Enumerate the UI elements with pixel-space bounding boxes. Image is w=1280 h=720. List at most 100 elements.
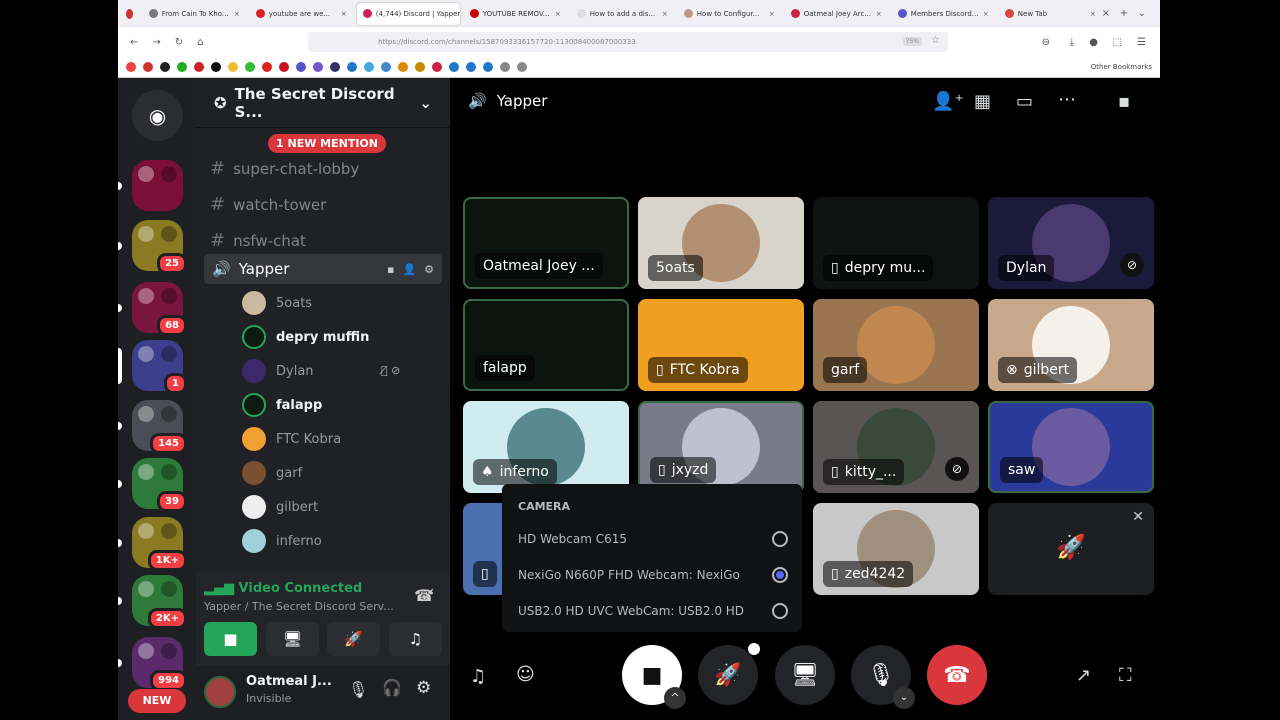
participant-tile[interactable]: ⊗ gilbert	[988, 299, 1154, 391]
bookmark-icon[interactable]	[194, 61, 204, 72]
camera-button[interactable]: ■ ^	[622, 645, 686, 709]
disconnect-icon[interactable]: ☎̸	[414, 586, 434, 605]
participant-tile[interactable]: ▯ kitty_... ⊘	[813, 401, 979, 493]
radio-button[interactable]	[772, 531, 788, 547]
participant-tile[interactable]: ▯ FTC Kobra	[638, 299, 804, 391]
emoji-icon[interactable]: ☺	[516, 664, 535, 685]
forward-icon[interactable]: →	[152, 37, 160, 48]
camera-option[interactable]: USB2.0 HD UVC WebCam: USB2.0 HD	[518, 603, 788, 619]
soundboard-button[interactable]: ♫	[389, 622, 442, 656]
server-folder[interactable]: 145	[118, 400, 187, 454]
activity-button[interactable]: 🚀	[698, 643, 760, 705]
voice-member[interactable]: FTC Kobra	[242, 427, 341, 451]
bookmark-icon[interactable]	[177, 61, 187, 72]
user-name[interactable]: Oatmeal J...	[246, 674, 332, 689]
text-channel[interactable]: # nsfw-chat	[210, 230, 306, 251]
microphone-button[interactable]: 🎙 ⌄	[851, 645, 915, 709]
bookmark-icon[interactable]	[483, 61, 493, 72]
disconnect-call-button[interactable]: ☎	[927, 645, 987, 705]
participant-tile[interactable]: 5oats	[638, 197, 804, 289]
home-icon[interactable]: ⌂	[197, 37, 203, 48]
bookmark-icon[interactable]	[313, 61, 323, 72]
close-tab-icon[interactable]: ×	[876, 10, 882, 18]
close-tab-icon[interactable]: ×	[662, 10, 668, 18]
radio-button[interactable]	[772, 567, 788, 583]
voice-channel-yapper[interactable]: 🔊 Yapper ▪👤⚙	[204, 254, 442, 284]
voice-location[interactable]: Yapper / The Secret Discord Serv...	[204, 600, 394, 613]
bookmark-icon[interactable]	[517, 61, 527, 72]
url-bar[interactable]: https://discord.com/channels/15870933361…	[308, 32, 948, 52]
server-folder[interactable]	[118, 160, 183, 211]
participant-tile[interactable]: ✕ 🚀	[988, 503, 1154, 595]
server-folder[interactable]: 39	[118, 458, 187, 512]
fullscreen-icon[interactable]: ⛶	[1119, 665, 1132, 686]
browser-tab[interactable]: New Tab ×	[999, 3, 1102, 25]
close-tab-icon[interactable]: ×	[769, 10, 775, 18]
bookmark-icon[interactable]	[160, 61, 170, 72]
download-icon[interactable]: ⤓	[1070, 37, 1074, 48]
participant-tile[interactable]: ♠ inferno	[463, 401, 629, 493]
bookmark-icon[interactable]	[262, 61, 272, 72]
camera-toggle-button[interactable]: ■	[204, 622, 257, 656]
settings-gear-icon[interactable]: ⚙	[416, 678, 431, 698]
bookmark-icon[interactable]	[500, 61, 510, 72]
participant-tile[interactable]: Oatmeal Joey ...	[463, 197, 629, 289]
close-tab-icon[interactable]: ×	[1090, 10, 1096, 18]
new-mention-pill[interactable]: 1 NEW MENTION	[268, 134, 386, 153]
mic-options-chevron[interactable]: ⌄	[893, 687, 915, 709]
menu-icon[interactable]: ☰	[1137, 37, 1146, 48]
chat-icon[interactable]: ▪	[1118, 91, 1130, 112]
server-folder[interactable]: 2K+	[118, 575, 187, 629]
participant-tile[interactable]: saw	[988, 401, 1154, 493]
voice-member[interactable]: inferno	[242, 529, 322, 553]
server-folder[interactable]: 25	[118, 220, 187, 274]
user-avatar[interactable]	[204, 676, 236, 708]
participant-tile[interactable]: garf	[813, 299, 979, 391]
voice-member[interactable]: depry muffin	[242, 325, 369, 349]
invite-user-icon[interactable]: 👤⁺	[932, 91, 964, 112]
text-channel[interactable]: # super-chat-lobby	[210, 158, 359, 179]
activity-button[interactable]: 🚀	[327, 622, 380, 656]
close-icon[interactable]: ✕	[1132, 509, 1144, 525]
participant-tile[interactable]: falapp	[463, 299, 629, 391]
voice-member[interactable]: gilbert	[242, 495, 318, 519]
bookmark-icon[interactable]	[126, 61, 136, 72]
layout-grid-icon[interactable]: ▦	[974, 91, 991, 112]
voice-connected-status[interactable]: ▂▄▆ Video Connected	[204, 581, 362, 596]
browser-tab[interactable]: (4,744) Discord | Yapper×	[356, 2, 460, 25]
browser-tab[interactable]: YOUTUBE REMOV... ×	[464, 3, 567, 25]
bookmark-icon[interactable]	[228, 61, 238, 72]
text-channel[interactable]: # watch-tower	[210, 194, 326, 215]
microphone-icon[interactable]: 🎙	[348, 680, 368, 699]
bookmark-icon[interactable]	[245, 61, 255, 72]
more-options-icon[interactable]: ⋯	[1058, 89, 1076, 110]
radio-button[interactable]	[772, 603, 788, 619]
discord-home-icon[interactable]: ◉	[132, 90, 183, 141]
back-icon[interactable]: ←	[130, 37, 138, 48]
participant-tile[interactable]: ▯ depry mu...	[813, 197, 979, 289]
screen-share-button[interactable]: 🖥	[266, 622, 319, 656]
voice-member[interactable]: garf	[242, 461, 302, 485]
bookmark-icon[interactable]	[398, 61, 408, 72]
pocket-icon[interactable]: ⊖	[1042, 37, 1050, 48]
bookmark-icon[interactable]	[364, 61, 374, 72]
bookmark-icon[interactable]	[432, 61, 442, 72]
bookmark-icon[interactable]	[296, 61, 306, 72]
reload-icon[interactable]: ↻	[175, 37, 183, 48]
server-folder[interactable]: 994	[118, 637, 187, 691]
camera-options-chevron[interactable]: ^	[664, 687, 686, 709]
channel-actions[interactable]: ▪👤⚙	[387, 263, 442, 276]
voice-member[interactable]: 5oats	[242, 291, 312, 315]
bookmark-icon[interactable]	[211, 61, 221, 72]
bookmark-icon[interactable]	[381, 61, 391, 72]
camera-option[interactable]: HD Webcam C615	[518, 531, 788, 547]
server-header[interactable]: ✪ The Secret Discord S... ⌄	[196, 78, 450, 128]
tab-controls[interactable]: × + ⌄	[1102, 8, 1146, 19]
soundboard-icon[interactable]: ♫	[470, 666, 486, 687]
browser-tab[interactable]: From Cain To Kho... ×	[143, 3, 246, 25]
zoom-level[interactable]: 75%	[902, 37, 922, 46]
close-tab-icon[interactable]: ×	[234, 10, 240, 18]
bookmark-icon[interactable]	[466, 61, 476, 72]
browser-tab[interactable]: Oatmeal Joey Arc... ×	[785, 3, 888, 25]
bookmark-icon[interactable]	[279, 61, 289, 72]
